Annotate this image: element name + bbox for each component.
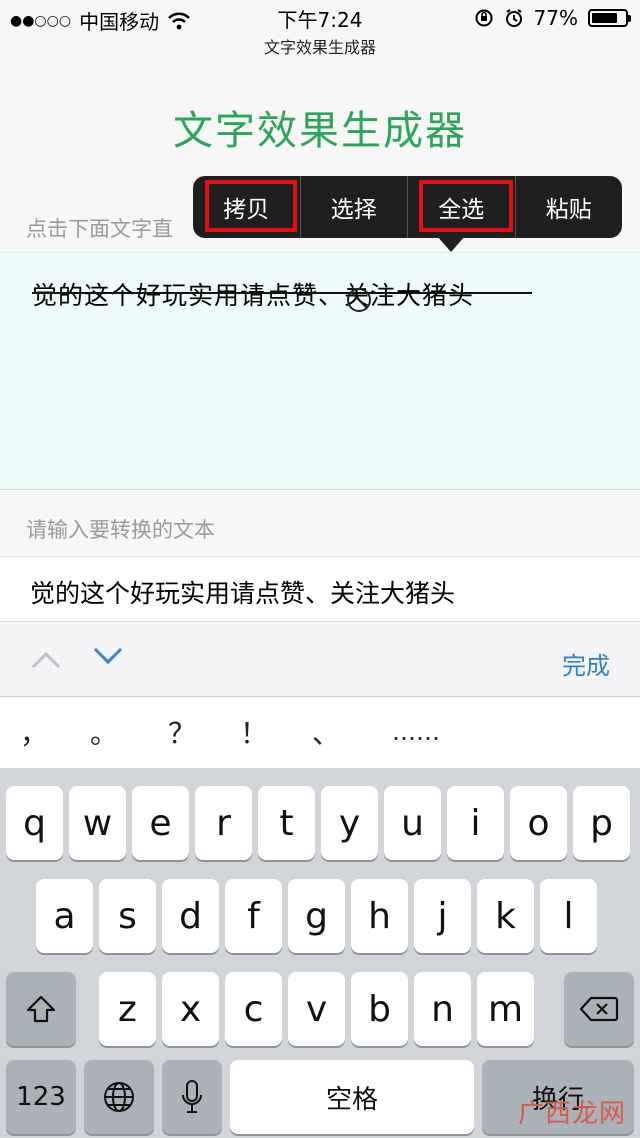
key-z[interactable]: z [99, 972, 156, 1046]
key-x[interactable]: x [162, 972, 219, 1046]
battery-icon [588, 9, 631, 27]
backspace-icon [579, 996, 619, 1022]
key-t[interactable]: t [258, 786, 315, 860]
punct-enumeration-comma[interactable]: 、 [312, 712, 340, 752]
hint-text: 点击下面文字直 [26, 217, 173, 241]
menu-select[interactable]: 选择 [301, 176, 408, 238]
orientation-lock-icon [475, 9, 493, 27]
microphone-key[interactable] [162, 1060, 222, 1134]
key-c[interactable]: c [225, 972, 282, 1046]
space-key[interactable]: 空格 [230, 1060, 474, 1134]
input-label: 请输入要转换的文本 [26, 518, 215, 542]
key-u[interactable]: u [384, 786, 441, 860]
backspace-key[interactable] [564, 972, 634, 1046]
key-h[interactable]: h [351, 879, 408, 953]
highlight-box-select-all [419, 180, 513, 232]
punct-comma[interactable]: ， [20, 712, 48, 752]
menu-pointer [437, 236, 465, 252]
preview-text[interactable]: 觉的这个好玩实用请点赞、关注大猪头 [32, 276, 474, 312]
page-title: 文字效果生成器 [173, 108, 467, 154]
key-v[interactable]: v [288, 972, 345, 1046]
status-page-name: 文字效果生成器 [263, 38, 376, 57]
key-y[interactable]: y [321, 786, 378, 860]
key-q[interactable]: q [6, 786, 63, 860]
keyboard-accessory-bar [0, 623, 640, 697]
shift-icon [26, 995, 56, 1023]
done-button[interactable]: 完成 [562, 646, 610, 681]
key-s[interactable]: s [99, 879, 156, 953]
punct-ellipsis[interactable]: …… [392, 718, 440, 746]
key-j[interactable]: j [414, 879, 471, 953]
key-p[interactable]: p [573, 786, 630, 860]
key-i[interactable]: i [447, 786, 504, 860]
key-g[interactable]: g [288, 879, 345, 953]
numbers-key[interactable]: 123 [6, 1060, 76, 1134]
microphone-icon [182, 1080, 202, 1113]
key-n[interactable]: n [414, 972, 471, 1046]
strikethrough-line [32, 292, 532, 294]
highlight-box-copy [205, 180, 297, 232]
battery-percent: 77% [533, 6, 578, 30]
shift-key[interactable] [6, 972, 76, 1046]
prohibited-icon [347, 288, 371, 312]
key-o[interactable]: o [510, 786, 567, 860]
keyboard: q w e r t y u i o p a s d f g h j k l z … [0, 768, 640, 1138]
key-k[interactable]: k [477, 879, 534, 953]
status-right: 77% [474, 6, 631, 30]
key-w[interactable]: w [69, 786, 126, 860]
globe-icon [104, 1082, 134, 1112]
key-f[interactable]: f [225, 879, 282, 953]
key-a[interactable]: a [36, 879, 93, 953]
key-b[interactable]: b [351, 972, 408, 1046]
key-e[interactable]: e [132, 786, 189, 860]
menu-paste[interactable]: 粘贴 [516, 176, 623, 238]
battery-fill [592, 13, 617, 23]
alarm-icon [505, 9, 522, 27]
key-d[interactable]: d [162, 879, 219, 953]
key-l[interactable]: l [540, 879, 597, 953]
globe-key[interactable] [84, 1060, 154, 1134]
key-r[interactable]: r [195, 786, 252, 860]
key-m[interactable]: m [477, 972, 534, 1046]
punct-question[interactable]: ？ [168, 712, 196, 752]
input-value[interactable]: 觉的这个好玩实用请点赞、关注大猪头 [30, 574, 455, 610]
watermark-logo: 广西龙网 [517, 1099, 626, 1129]
punct-period[interactable]: 。 [90, 712, 118, 752]
punct-exclamation[interactable]: ！ [240, 712, 268, 752]
